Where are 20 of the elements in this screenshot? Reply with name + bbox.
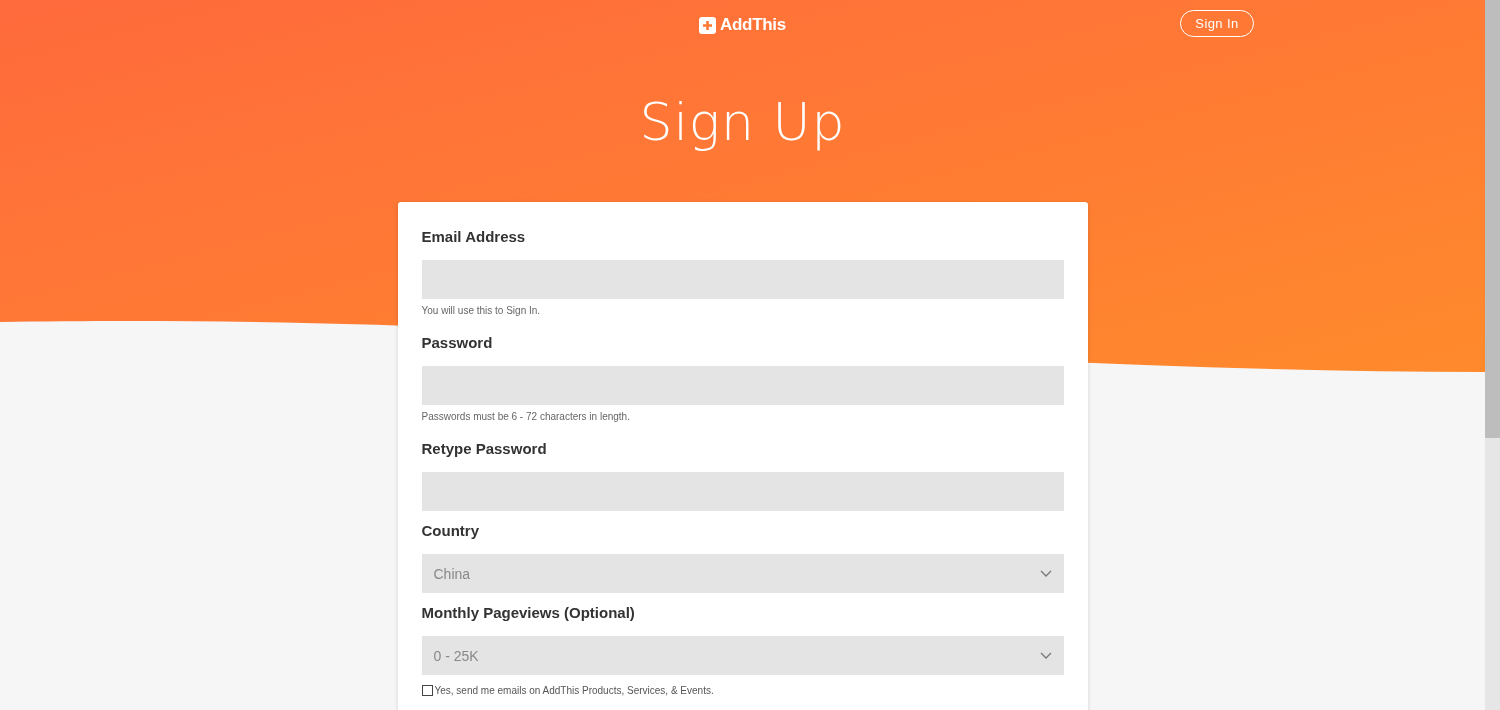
field-label: Country [421,521,480,541]
field-hint: You will use this to Sign In. [421,304,542,318]
select-field[interactable]: China [421,554,1064,593]
input-field[interactable] [421,366,1064,405]
checkbox[interactable] [421,685,433,696]
field-label: Email Address [421,227,527,247]
checkbox-label: Yes, send me emails on AddThis Products, Services, & Events. [434,685,714,696]
input-field[interactable] [421,260,1064,299]
input-field[interactable] [421,472,1064,511]
scrollbar[interactable] [1485,0,1500,710]
select-field[interactable]: 0 - 25K [421,636,1064,675]
chevron-down-icon [1039,652,1052,659]
scrollbar-thumb[interactable] [1485,0,1500,438]
page-title: Sign Up [639,92,846,152]
field-label: Monthly Pageviews (Optional) [421,603,636,623]
chevron-down-icon [1039,570,1052,577]
field-label: Password [421,333,494,353]
field-hint: Passwords must be 6 - 72 characters in length. [421,410,631,424]
field-label: Retype Password [421,439,548,459]
logo-text: AddThis [720,15,786,35]
